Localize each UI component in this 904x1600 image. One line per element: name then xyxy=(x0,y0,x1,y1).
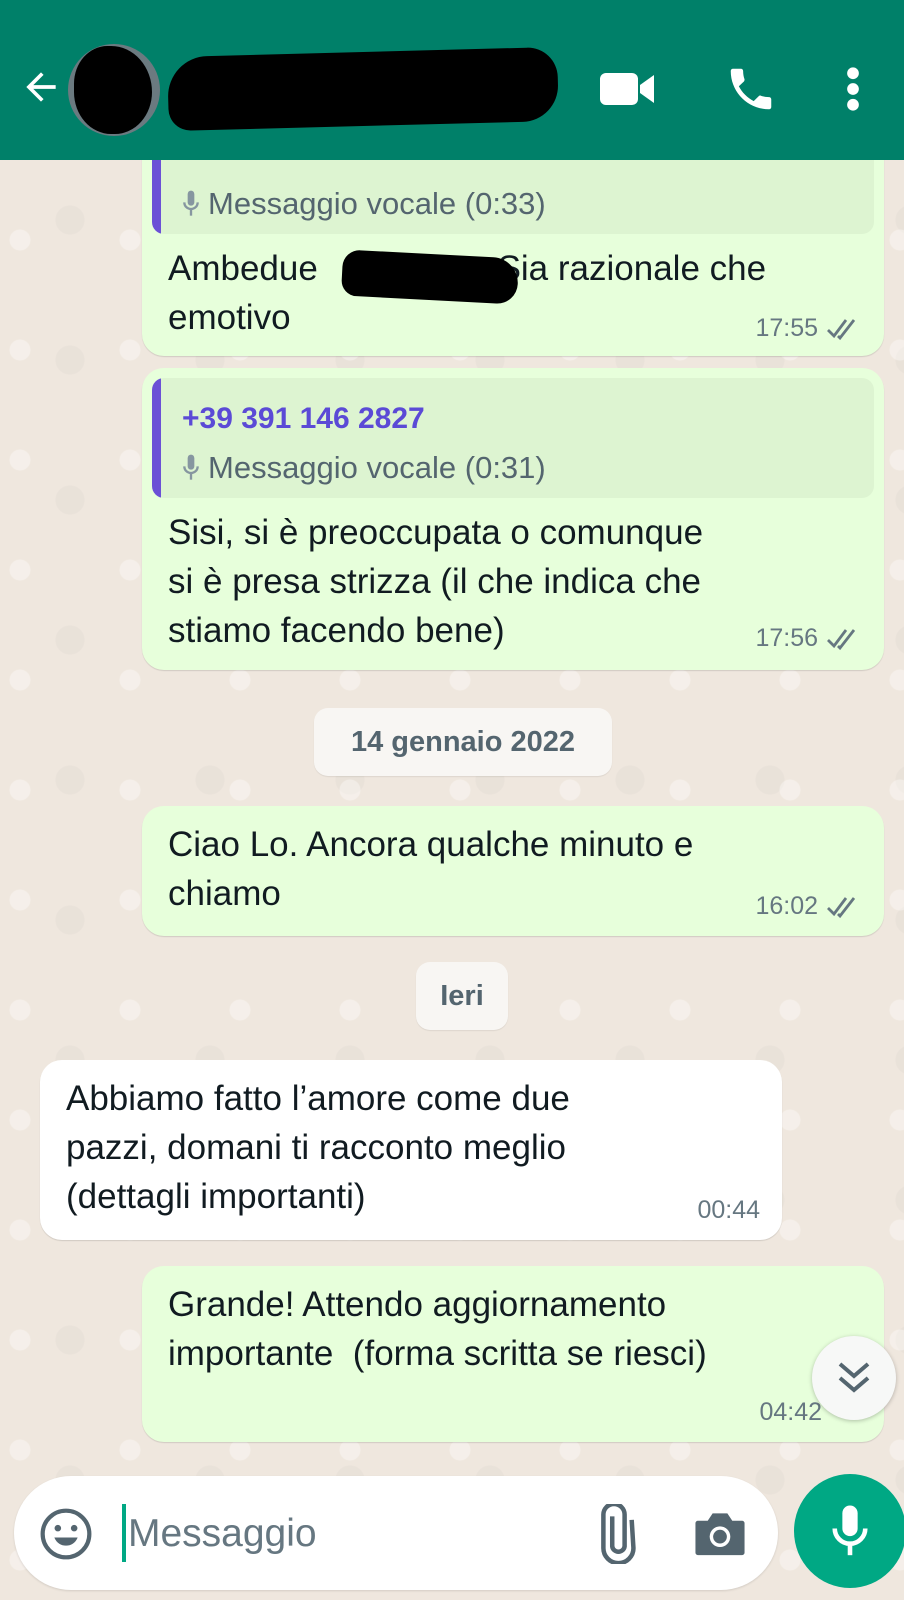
message-meta: 17:55 xyxy=(755,314,862,343)
mic-small-icon xyxy=(183,454,199,480)
message-time: 04:42 xyxy=(759,1398,822,1426)
video-call-button[interactable] xyxy=(598,64,658,114)
message-composer xyxy=(14,1476,778,1590)
video-call-icon xyxy=(600,73,654,105)
message-bubble-outgoing[interactable]: Ciao Lo. Ancora qualche minuto e chiamo … xyxy=(142,806,884,936)
message-meta: 17:56 xyxy=(755,624,862,653)
message-bubble-incoming[interactable]: Abbiamo fatto l’amore come due pazzi, do… xyxy=(40,1060,782,1240)
quoted-voice-message[interactable]: +39 391 146 2827 Messaggio vocale (0:31) xyxy=(152,378,874,498)
back-button[interactable] xyxy=(16,62,66,112)
date-separator: 14 gennaio 2022 xyxy=(314,708,612,776)
paperclip-icon xyxy=(601,1501,636,1566)
message-text: Grande! Attendo aggiornamento importante… xyxy=(168,1285,707,1373)
contact-avatar[interactable] xyxy=(68,44,160,136)
camera-button[interactable] xyxy=(690,1506,750,1560)
attach-button[interactable] xyxy=(582,1501,646,1566)
chat-header xyxy=(0,0,904,160)
message-bubble-outgoing[interactable]: Grande! Attendo aggiornamento importante… xyxy=(142,1266,884,1442)
voice-call-icon xyxy=(730,68,772,110)
message-time: 00:44 xyxy=(697,1196,760,1224)
avatar-redaction xyxy=(74,46,152,134)
text-caret xyxy=(122,1504,126,1562)
message-meta: 00:44 xyxy=(697,1196,760,1225)
message-bubble-outgoing[interactable]: +39 391 146 2827 Messaggio vocale (0:31)… xyxy=(142,368,884,670)
voice-record-button[interactable] xyxy=(794,1474,904,1588)
message-text: Abbiamo fatto l’amore come due pazzi, do… xyxy=(66,1079,570,1216)
message-meta: 04:42 xyxy=(759,1398,822,1427)
message-time: 17:55 xyxy=(755,314,818,342)
message-input[interactable] xyxy=(128,1506,548,1562)
double-check-icon xyxy=(827,318,856,340)
message-text-part: Sia razionale che xyxy=(497,249,767,288)
mic-icon xyxy=(832,1505,868,1556)
voice-call-button[interactable] xyxy=(724,62,778,116)
message-list[interactable]: Messaggio vocale (0:33) Ambedue Sia razi… xyxy=(0,160,904,1460)
double-chevron-down-icon xyxy=(838,1362,870,1393)
scroll-to-bottom-button[interactable] xyxy=(812,1336,896,1420)
mic-small-icon xyxy=(183,190,199,216)
message-time: 17:56 xyxy=(755,624,818,652)
more-vert-icon xyxy=(847,67,859,111)
back-arrow-icon xyxy=(26,72,56,102)
double-check-icon xyxy=(827,628,856,650)
quote-sender: +39 391 146 2827 xyxy=(182,402,425,435)
message-meta: 16:02 xyxy=(755,892,862,921)
message-bubble-outgoing[interactable]: Messaggio vocale (0:33) Ambedue Sia razi… xyxy=(142,160,884,356)
date-separator: Ieri xyxy=(416,962,508,1030)
quoted-voice-message[interactable]: Messaggio vocale (0:33) xyxy=(152,160,874,234)
message-text-part: Ambedue xyxy=(168,249,328,288)
emoji-button[interactable] xyxy=(38,1506,94,1562)
emoji-icon xyxy=(40,1508,92,1560)
quote-accent-bar xyxy=(152,378,161,498)
redaction-mark xyxy=(340,249,520,305)
quote-voice-label: Messaggio vocale (0:31) xyxy=(180,450,546,486)
quote-accent-bar xyxy=(152,160,161,234)
quote-voice-label: Messaggio vocale (0:33) xyxy=(180,186,546,222)
camera-icon xyxy=(695,1513,745,1556)
double-check-icon xyxy=(827,896,856,918)
more-options-button[interactable] xyxy=(838,62,868,116)
message-text-part: emotivo xyxy=(168,298,291,337)
message-time: 16:02 xyxy=(755,892,818,920)
contact-name-redaction[interactable] xyxy=(167,46,559,132)
